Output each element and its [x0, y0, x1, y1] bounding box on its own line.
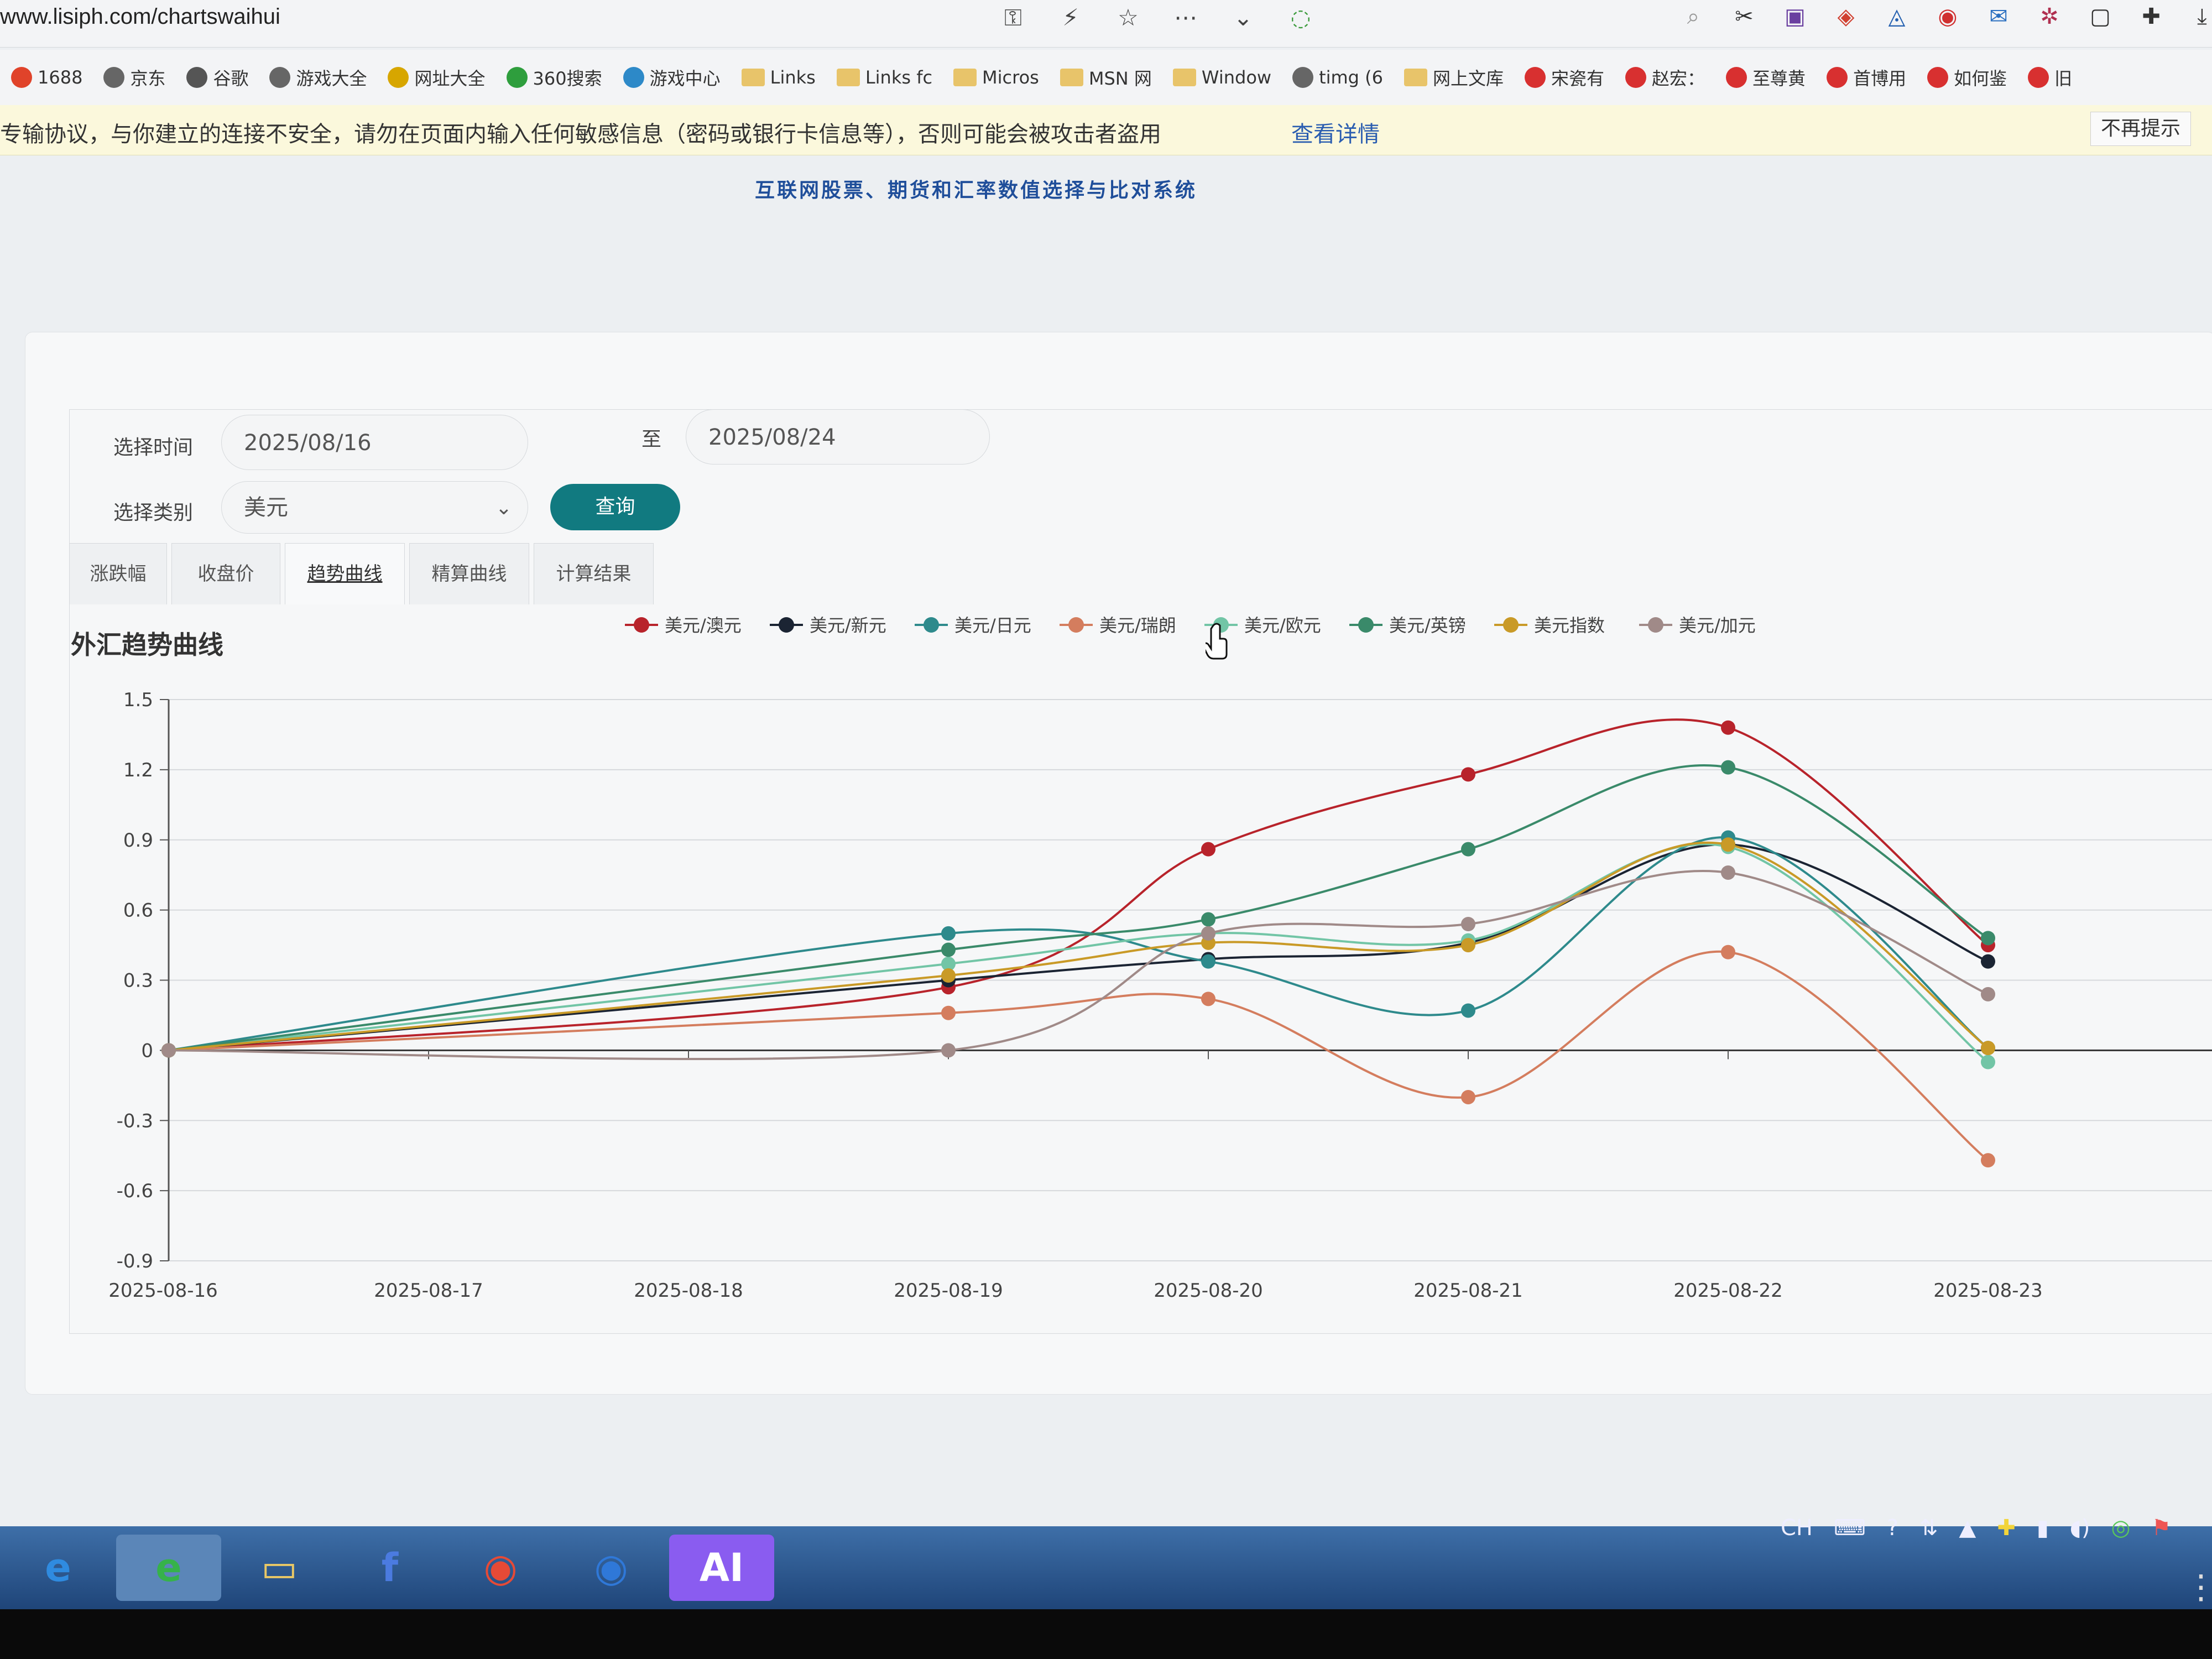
trend-chart: 1.5 1.2 0.9 0.6 0.3 0 -0.3 -0.6 -0.9 2025-08-16 20…	[108, 615, 2212, 1302]
legend-label: 美元/瑞朗	[1099, 615, 1176, 636]
data-point	[1981, 987, 1995, 1001]
battery-icon[interactable]: ▮	[2037, 1515, 2049, 1541]
x-tick-label: 2025-08-16	[108, 1280, 218, 1302]
data-point	[1201, 954, 1215, 969]
data-point	[1201, 992, 1215, 1006]
network-icon[interactable]: ⇅	[1919, 1515, 1938, 1541]
legend-item[interactable]: 美元/新元	[770, 615, 886, 636]
series-line	[168, 764, 1989, 1052]
input-language[interactable]: CH	[1781, 1515, 1813, 1541]
series-line	[168, 869, 1989, 1061]
data-point	[1201, 842, 1215, 857]
x-tick-label: 2025-08-21	[1413, 1280, 1523, 1302]
legend-item[interactable]: 美元/瑞朗	[1060, 615, 1176, 636]
data-point	[1721, 760, 1735, 775]
help-icon[interactable]: ?	[1887, 1515, 1898, 1541]
legend-marker	[779, 617, 794, 633]
x-tick-label: 2025-08-22	[1673, 1280, 1783, 1302]
data-point	[941, 926, 956, 941]
legend-item[interactable]: 美元/加元	[1639, 615, 1756, 636]
ai-icon[interactable]: AI	[669, 1535, 774, 1601]
data-point	[1721, 945, 1735, 959]
chrome-icon[interactable]: ◉	[448, 1535, 553, 1601]
data-point	[1461, 938, 1475, 953]
y-tick-label: 0.9	[123, 830, 153, 852]
legend-item[interactable]: 美元指数	[1494, 615, 1605, 636]
legend-item[interactable]: 美元/英镑	[1349, 615, 1466, 636]
legend-item[interactable]: 美元/日元	[915, 615, 1031, 636]
x-tick-label: 2025-08-18	[634, 1280, 743, 1302]
y-tick-label: 0	[141, 1040, 153, 1062]
legend-label: 美元/加元	[1679, 615, 1756, 636]
legend-marker	[1648, 617, 1663, 633]
chrome-icon[interactable]: ◉	[559, 1535, 664, 1601]
legend-marker	[1503, 617, 1519, 633]
data-point	[941, 1043, 956, 1058]
y-tick-label: 1.5	[123, 689, 153, 711]
legend-label: 美元/新元	[810, 615, 886, 636]
shield-icon[interactable]: ✚	[1997, 1515, 2016, 1541]
data-point	[1201, 926, 1215, 941]
hand-cursor-icon	[1206, 623, 1228, 660]
data-point	[1201, 912, 1215, 927]
legend-marker	[1068, 617, 1084, 633]
legend-label: 美元指数	[1534, 615, 1605, 636]
y-tick-label: 1.2	[123, 759, 153, 781]
more-vertical-icon[interactable]: ⋮	[2184, 1571, 2212, 1604]
data-point	[1721, 720, 1735, 735]
y-tick-label: -0.9	[117, 1250, 153, 1272]
data-point	[941, 942, 956, 957]
series-line	[168, 836, 1989, 1052]
data-point	[1461, 1003, 1475, 1018]
y-tick-label: -0.6	[117, 1180, 153, 1202]
data-point	[1721, 865, 1735, 880]
legend-label: 美元/英镑	[1389, 615, 1466, 636]
ie-icon[interactable]: e	[6, 1535, 111, 1601]
flag-icon[interactable]: ⚑	[2151, 1515, 2171, 1541]
data-point	[1721, 837, 1735, 852]
volume-icon[interactable]: ◖)	[2070, 1515, 2090, 1541]
legend-item[interactable]: 美元/澳元	[625, 615, 742, 636]
data-point	[941, 1005, 956, 1020]
y-tick-label: 0.6	[123, 900, 153, 922]
x-tick-label: 2025-08-23	[1933, 1280, 2043, 1302]
y-tick-label: -0.3	[117, 1110, 153, 1132]
refresh-icon[interactable]: ◎	[2111, 1515, 2130, 1541]
data-point	[1981, 1055, 1995, 1070]
data-point	[1461, 917, 1475, 931]
ie-active-icon[interactable]: e	[116, 1535, 221, 1601]
system-tray: CH ⌨ ? ⇅ ▲ ✚ ▮ ◖) ◎ ⚑	[1781, 1515, 2171, 1541]
keyboard-icon[interactable]: ⌨	[1834, 1515, 1866, 1541]
y-tick-label: 0.3	[123, 970, 153, 992]
legend-label: 美元/日元	[954, 615, 1031, 636]
screen-bezel	[0, 1609, 2212, 1659]
data-point	[1461, 842, 1475, 857]
data-point	[1981, 1153, 1995, 1168]
data-point	[1461, 767, 1475, 782]
legend-marker	[924, 617, 939, 633]
legend-label: 美元/欧元	[1244, 615, 1321, 636]
data-point	[1981, 954, 1995, 969]
x-tick-label: 2025-08-20	[1154, 1280, 1263, 1302]
legend-marker	[634, 617, 649, 633]
legend-label: 美元/澳元	[665, 615, 742, 636]
data-point	[941, 968, 956, 983]
x-tick-label: 2025-08-17	[374, 1280, 483, 1302]
data-point	[1461, 1089, 1475, 1104]
flash-icon[interactable]: f	[337, 1535, 442, 1601]
folder-icon[interactable]: ▭	[227, 1535, 332, 1601]
series-line	[168, 843, 1989, 1063]
data-point	[161, 1043, 176, 1058]
arrow-up-icon[interactable]: ▲	[1959, 1515, 1976, 1541]
data-point	[1981, 1041, 1995, 1056]
legend-marker	[1358, 617, 1374, 633]
data-point	[1981, 931, 1995, 946]
x-tick-label: 2025-08-19	[894, 1280, 1003, 1302]
